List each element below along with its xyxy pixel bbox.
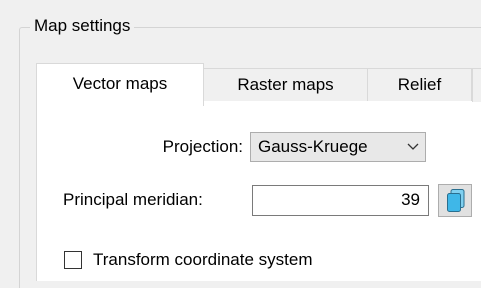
principal-meridian-value: 39 bbox=[401, 190, 420, 209]
chevron-down-icon bbox=[407, 143, 419, 150]
tab-label: Raster maps bbox=[237, 75, 334, 94]
principal-meridian-label: Principal meridian: bbox=[63, 190, 203, 209]
meridian-copy-button[interactable] bbox=[438, 184, 472, 217]
tab-relief[interactable]: Relief bbox=[368, 68, 472, 101]
principal-meridian-input[interactable]: 39 bbox=[252, 185, 429, 216]
tab-raster-maps[interactable]: Raster maps bbox=[204, 68, 368, 101]
projection-label: Projection: bbox=[162, 137, 243, 156]
transform-coordinate-label[interactable]: Transform coordinate system bbox=[93, 249, 313, 271]
group-title: Map settings bbox=[30, 15, 135, 37]
copy-icon bbox=[447, 189, 465, 212]
tab-overflow bbox=[472, 68, 481, 102]
projection-dropdown[interactable]: Gauss-Kruege bbox=[250, 132, 426, 162]
tab-vector-maps[interactable]: Vector maps bbox=[36, 63, 204, 106]
projection-value: Gauss-Kruege bbox=[258, 137, 368, 156]
tab-label: Vector maps bbox=[72, 74, 168, 93]
tab-label: Relief bbox=[397, 75, 442, 94]
transform-coordinate-checkbox[interactable] bbox=[64, 251, 82, 269]
